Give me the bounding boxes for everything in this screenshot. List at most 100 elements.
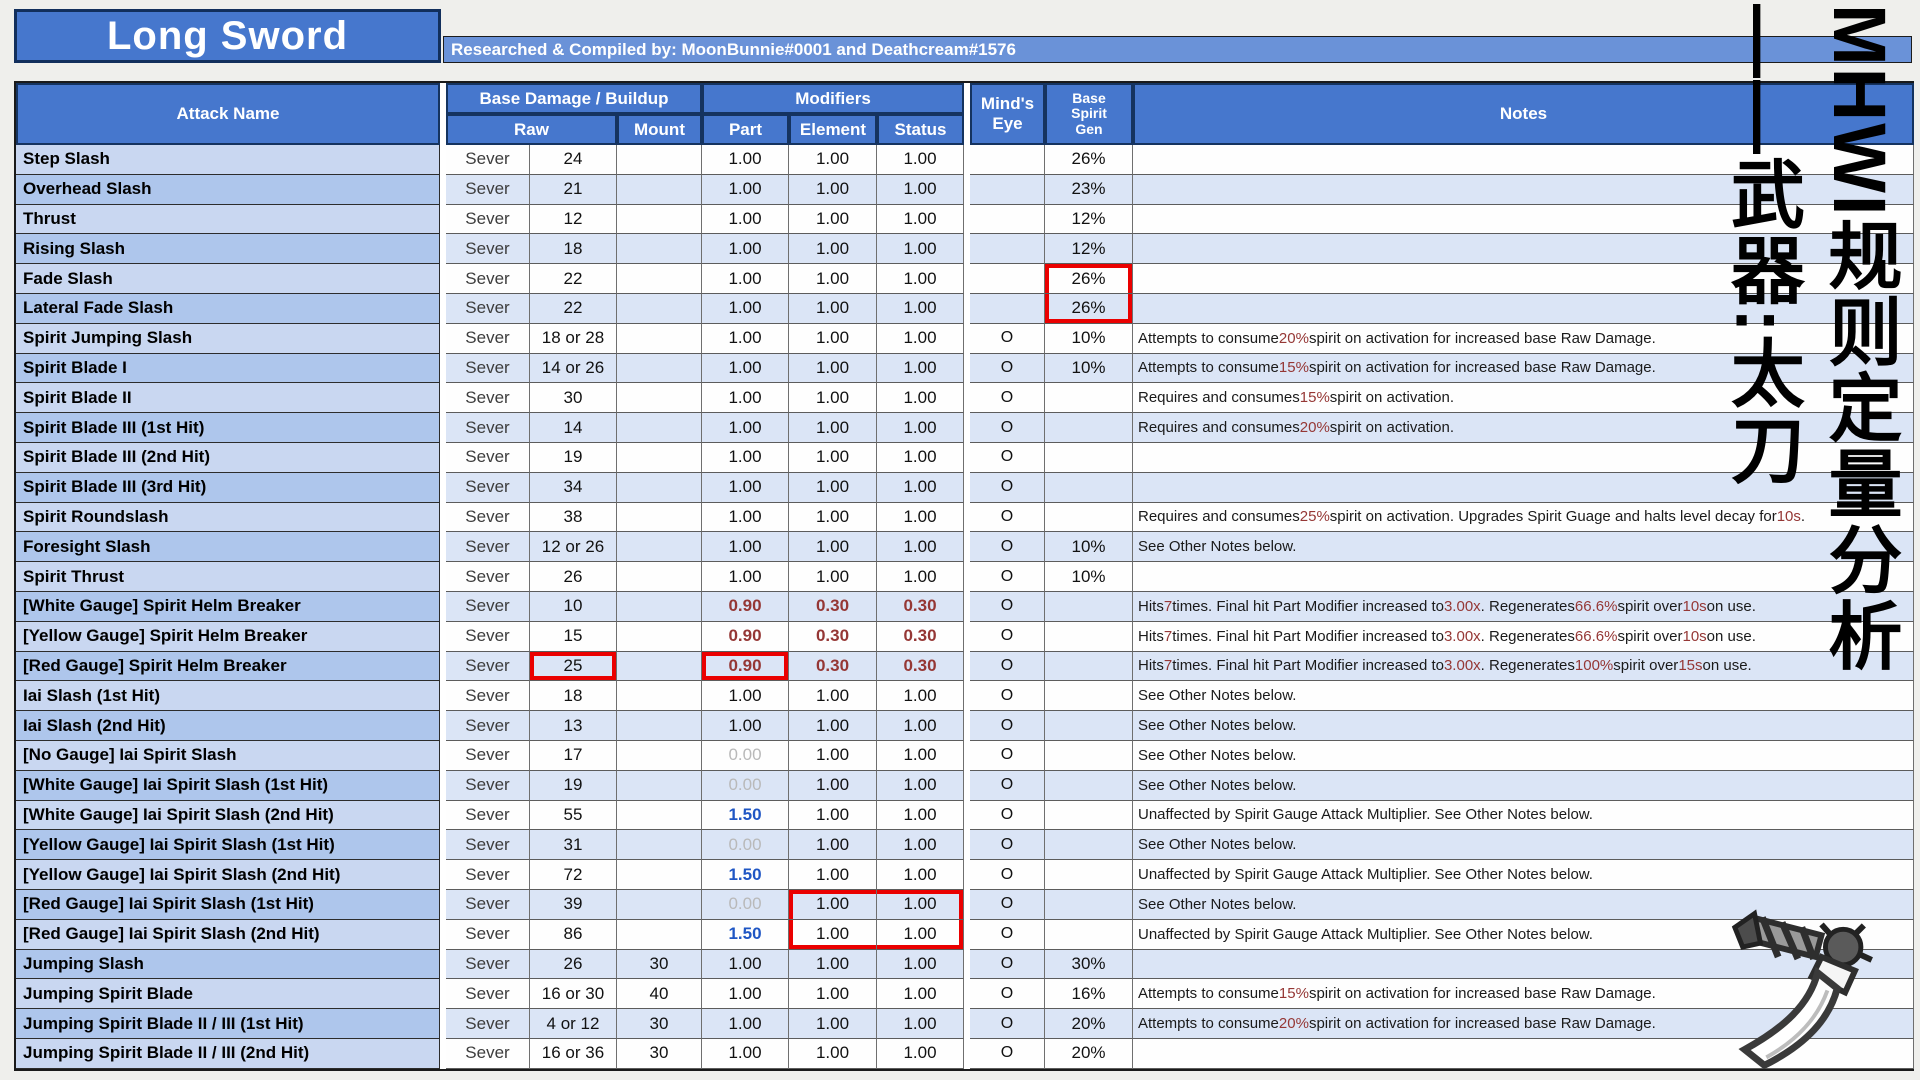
element-modifier-cell: 1.00 bbox=[789, 681, 877, 711]
spirit-gen-cell: 10% bbox=[1045, 354, 1133, 384]
minds-eye-cell bbox=[970, 264, 1045, 294]
element-modifier-cell: 1.00 bbox=[789, 324, 877, 354]
attack-name-cell: Spirit Blade III (2nd Hit) bbox=[16, 443, 440, 473]
notes-cell: See Other Notes below. bbox=[1133, 771, 1914, 801]
raw-damage-cell: 30 bbox=[530, 383, 617, 413]
table-row: Jumping Spirit Blade II / III (1st Hit) … bbox=[16, 1009, 1914, 1039]
damage-type-cell: Sever bbox=[446, 860, 530, 890]
damage-type-cell: Sever bbox=[446, 1009, 530, 1039]
spirit-gen-cell: 16% bbox=[1045, 979, 1133, 1009]
spirit-gen-cell: 12% bbox=[1045, 205, 1133, 235]
raw-damage-cell: 12 bbox=[530, 205, 617, 235]
damage-type-cell: Sever bbox=[446, 890, 530, 920]
table-row: [Yellow Gauge] Iai Spirit Slash (1st Hit… bbox=[16, 830, 1914, 860]
part-modifier-cell: 0.00 bbox=[702, 890, 789, 920]
spirit-gen-cell bbox=[1045, 711, 1133, 741]
column-header-notes: Notes bbox=[1133, 83, 1914, 145]
damage-type-cell: Sever bbox=[446, 175, 530, 205]
part-modifier-cell: 0.90 bbox=[702, 592, 789, 622]
minds-eye-cell: O bbox=[970, 652, 1045, 682]
minds-eye-cell: O bbox=[970, 354, 1045, 384]
minds-eye-cell: O bbox=[970, 503, 1045, 533]
table-row: Jumping Spirit Blade II / III (2nd Hit) … bbox=[16, 1039, 1914, 1069]
raw-damage-cell: 55 bbox=[530, 801, 617, 831]
damage-type-cell: Sever bbox=[446, 830, 530, 860]
raw-damage-cell: 18 bbox=[530, 234, 617, 264]
notes-cell bbox=[1133, 175, 1914, 205]
table-header: Attack Name Base Damage / Buildup Raw Mo… bbox=[16, 81, 1914, 145]
part-modifier-cell: 1.00 bbox=[702, 1009, 789, 1039]
mount-damage-cell bbox=[617, 681, 702, 711]
element-modifier-cell: 1.00 bbox=[789, 1039, 877, 1069]
part-modifier-cell: 1.00 bbox=[702, 681, 789, 711]
raw-damage-cell: 39 bbox=[530, 890, 617, 920]
damage-type-cell: Sever bbox=[446, 264, 530, 294]
attack-name-cell: [Red Gauge] Spirit Helm Breaker bbox=[16, 652, 440, 682]
raw-damage-cell: 14 bbox=[530, 413, 617, 443]
mount-damage-cell: 30 bbox=[617, 1009, 702, 1039]
status-modifier-cell: 1.00 bbox=[877, 830, 964, 860]
spirit-gen-cell bbox=[1045, 920, 1133, 950]
credits-text: Researched & Compiled by: MoonBunnie#000… bbox=[444, 40, 1016, 60]
status-modifier-cell: 1.00 bbox=[877, 950, 964, 980]
mount-damage-cell bbox=[617, 801, 702, 831]
raw-damage-cell: 38 bbox=[530, 503, 617, 533]
raw-damage-cell: 13 bbox=[530, 711, 617, 741]
attack-name-cell: Overhead Slash bbox=[16, 175, 440, 205]
column-header-modifiers: Modifiers bbox=[702, 83, 964, 114]
status-modifier-cell: 1.00 bbox=[877, 890, 964, 920]
table-row: Spirit Blade III (1st Hit) Sever 14 1.00… bbox=[16, 413, 1914, 443]
table-row: Spirit Blade I Sever 14 or 26 1.00 1.00 … bbox=[16, 354, 1914, 384]
attack-name-cell: [White Gauge] Iai Spirit Slash (2nd Hit) bbox=[16, 801, 440, 831]
spirit-gen-cell: 26% bbox=[1045, 294, 1133, 324]
minds-eye-cell bbox=[970, 145, 1045, 175]
part-modifier-cell: 1.00 bbox=[702, 979, 789, 1009]
table-row: Spirit Blade III (3rd Hit) Sever 34 1.00… bbox=[16, 473, 1914, 503]
element-modifier-cell: 0.30 bbox=[789, 652, 877, 682]
status-modifier-cell: 1.00 bbox=[877, 771, 964, 801]
table-row: Iai Slash (2nd Hit) Sever 13 1.00 1.00 1… bbox=[16, 711, 1914, 741]
minds-eye-cell: O bbox=[970, 890, 1045, 920]
mount-damage-cell bbox=[617, 622, 702, 652]
status-modifier-cell: 1.00 bbox=[877, 145, 964, 175]
raw-damage-cell: 31 bbox=[530, 830, 617, 860]
part-modifier-cell: 0.00 bbox=[702, 741, 789, 771]
minds-eye-cell: O bbox=[970, 383, 1045, 413]
part-modifier-cell: 1.50 bbox=[702, 920, 789, 950]
status-modifier-cell: 1.00 bbox=[877, 443, 964, 473]
attack-name-cell: Thrust bbox=[16, 205, 440, 235]
spirit-gen-cell bbox=[1045, 443, 1133, 473]
notes-cell: See Other Notes below. bbox=[1133, 741, 1914, 771]
raw-damage-cell: 86 bbox=[530, 920, 617, 950]
attack-name-cell: [White Gauge] Iai Spirit Slash (1st Hit) bbox=[16, 771, 440, 801]
mount-damage-cell bbox=[617, 890, 702, 920]
status-modifier-cell: 1.00 bbox=[877, 920, 964, 950]
attack-name-cell: Iai Slash (1st Hit) bbox=[16, 681, 440, 711]
raw-damage-cell: 18 or 28 bbox=[530, 324, 617, 354]
part-modifier-cell: 1.00 bbox=[702, 324, 789, 354]
table-row: Iai Slash (1st Hit) Sever 18 1.00 1.00 1… bbox=[16, 681, 1914, 711]
element-modifier-cell: 1.00 bbox=[789, 503, 877, 533]
attack-name-cell: [No Gauge] Iai Spirit Slash bbox=[16, 741, 440, 771]
part-modifier-cell: 1.00 bbox=[702, 234, 789, 264]
raw-damage-cell: 22 bbox=[530, 294, 617, 324]
notes-cell: See Other Notes below. bbox=[1133, 711, 1914, 741]
table-row: Spirit Thrust Sever 26 1.00 1.00 1.00 O … bbox=[16, 562, 1914, 592]
attack-name-cell: Spirit Blade I bbox=[16, 354, 440, 384]
damage-type-cell: Sever bbox=[446, 503, 530, 533]
status-modifier-cell: 1.00 bbox=[877, 1009, 964, 1039]
notes-cell: See Other Notes below. bbox=[1133, 681, 1914, 711]
column-group-modifiers: Modifiers Part Element Status bbox=[702, 83, 964, 145]
notes-cell: Attempts to consume 15% spirit on activa… bbox=[1133, 354, 1914, 384]
table-row: [No Gauge] Iai Spirit Slash Sever 17 0.0… bbox=[16, 741, 1914, 771]
element-modifier-cell: 1.00 bbox=[789, 532, 877, 562]
attack-name-cell: [Red Gauge] Iai Spirit Slash (2nd Hit) bbox=[16, 920, 440, 950]
spreadsheet-page: Long Sword Researched & Compiled by: Moo… bbox=[0, 0, 1920, 1080]
spirit-gen-cell bbox=[1045, 890, 1133, 920]
spirit-gen-cell bbox=[1045, 503, 1133, 533]
part-modifier-cell: 0.90 bbox=[702, 622, 789, 652]
raw-damage-cell: 18 bbox=[530, 681, 617, 711]
part-modifier-cell: 1.00 bbox=[702, 950, 789, 980]
minds-eye-cell: O bbox=[970, 532, 1045, 562]
table-row: [White Gauge] Spirit Helm Breaker Sever … bbox=[16, 592, 1914, 622]
